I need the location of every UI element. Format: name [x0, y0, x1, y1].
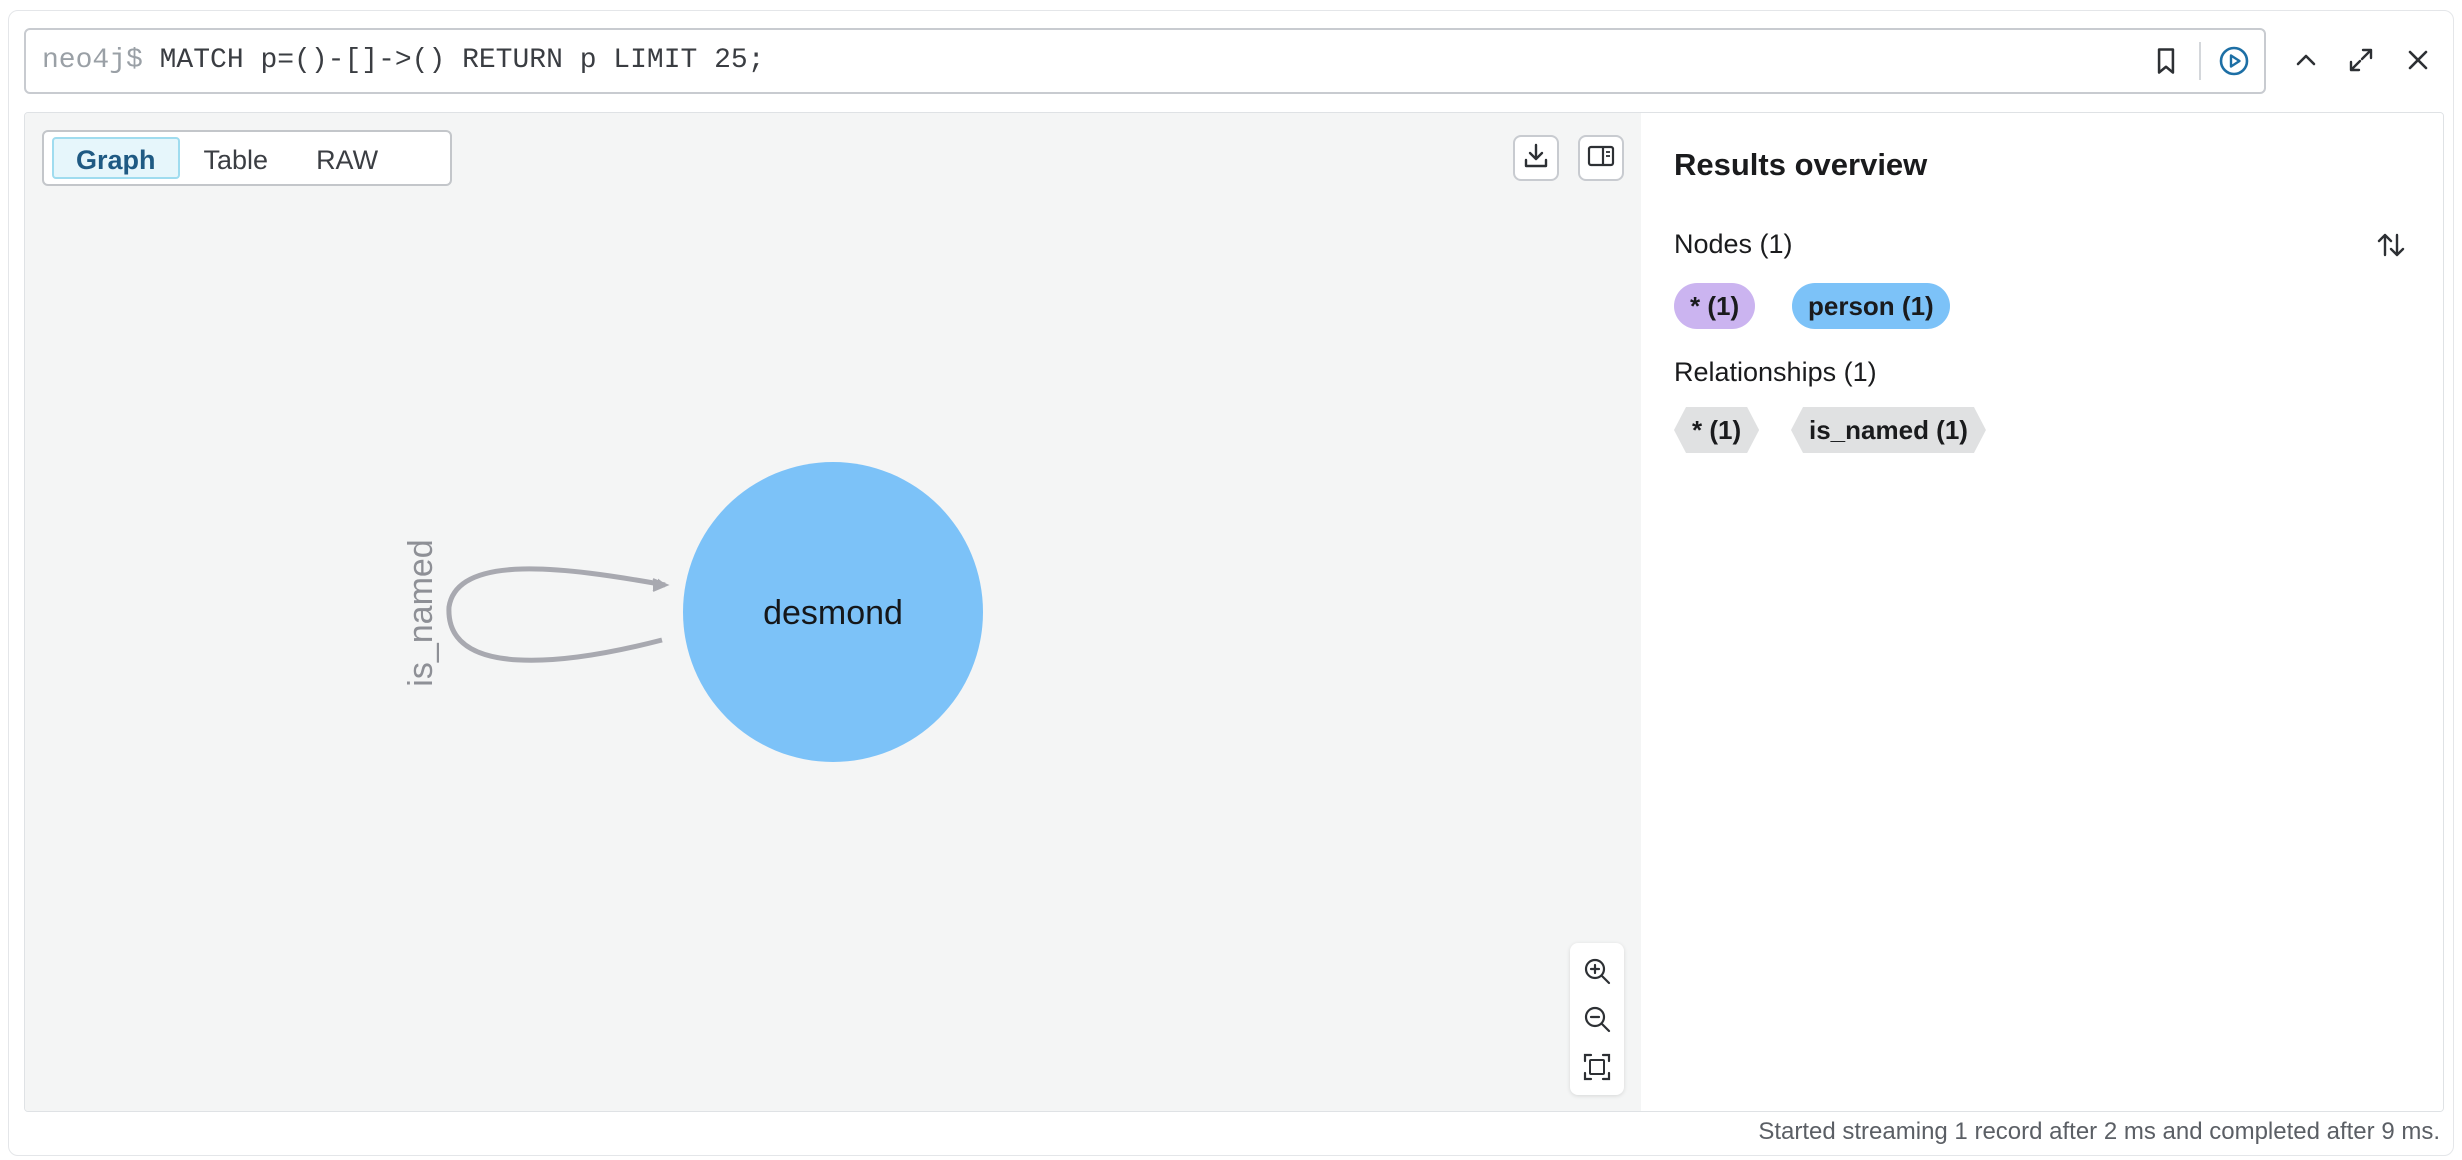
status-message: Started streaming 1 record after 2 ms an… [1758, 1118, 2440, 1145]
collapse-icon[interactable] [2288, 42, 2324, 78]
panel-title: Results overview [1674, 147, 1928, 182]
query-text[interactable]: neo4j$ MATCH p=()-[]->() RETURN p LIMIT … [42, 30, 765, 92]
nodes-heading: Nodes (1) [1674, 229, 1793, 259]
fit-icon[interactable] [1579, 1049, 1615, 1085]
query-editor[interactable]: neo4j$ MATCH p=()-[]->() RETURN p LIMIT … [24, 28, 2266, 94]
results-overview-panel: Results overview Nodes (1) * (1) person … [1641, 113, 2443, 1111]
editor-prompt: neo4j$ [42, 45, 143, 76]
node-label: desmond [763, 594, 903, 632]
rel-type-pill-is-named[interactable]: is_named (1) [1791, 407, 1986, 453]
rel-type-pill-all[interactable]: * (1) [1674, 407, 1759, 453]
expand-icon[interactable] [2343, 42, 2379, 78]
node-label-pill-all[interactable]: * (1) [1674, 283, 1756, 329]
zoom-in-icon[interactable] [1579, 953, 1615, 989]
close-icon[interactable] [2400, 42, 2436, 78]
result-view: Graph Table RAW is_named desmond Results… [24, 112, 2444, 1112]
bookmark-icon[interactable] [2148, 43, 2184, 79]
relationships-heading: Relationships (1) [1674, 357, 1877, 387]
relationship-loop[interactable] [446, 566, 667, 663]
query-input[interactable]: MATCH p=()-[]->() RETURN p LIMIT 25; [143, 45, 765, 76]
run-icon[interactable] [2216, 43, 2252, 79]
zoom-out-icon[interactable] [1579, 1001, 1615, 1037]
zoom-controls [1570, 943, 1624, 1095]
node-label-pill-person[interactable]: person (1) [1792, 283, 1950, 329]
relationship-label: is_named [402, 539, 440, 686]
graph-visualization: is_named desmond [402, 462, 983, 762]
editor-divider [2199, 42, 2201, 80]
graph-canvas[interactable]: Graph Table RAW is_named desmond [25, 113, 1641, 1111]
sort-icon[interactable] [2371, 225, 2411, 265]
